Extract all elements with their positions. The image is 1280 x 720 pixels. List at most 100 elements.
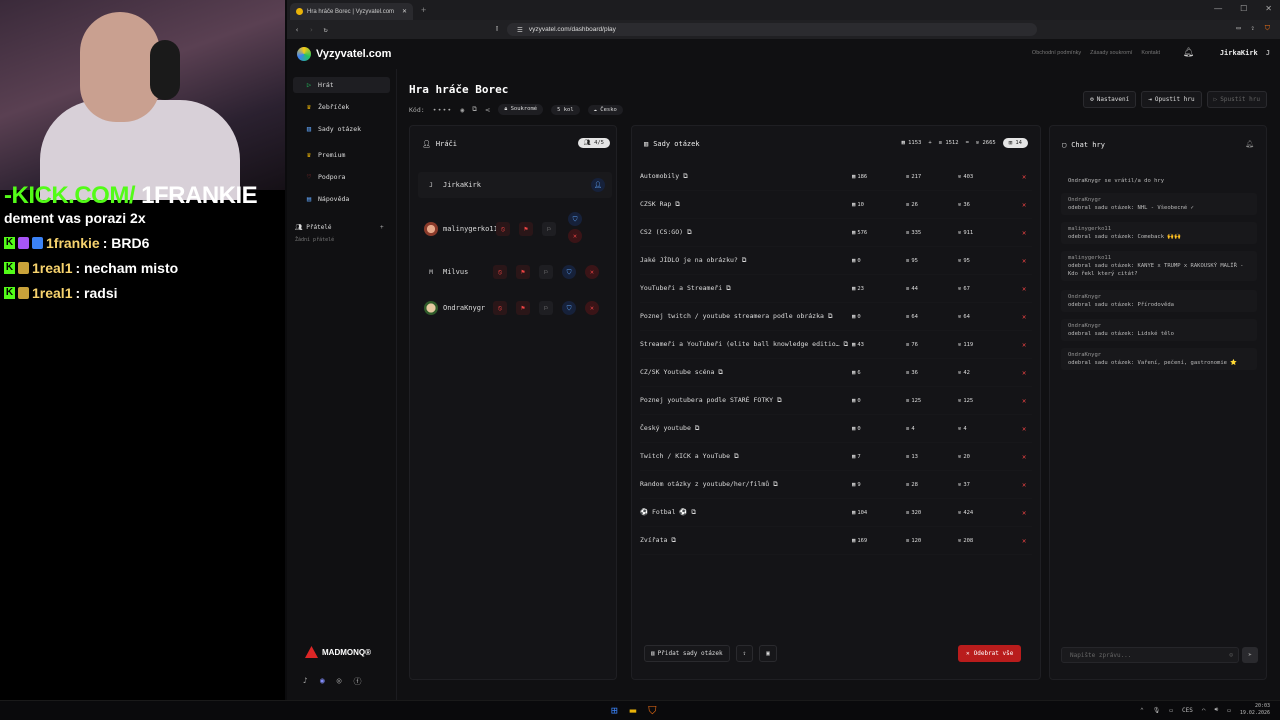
remove-set-icon[interactable]: ✕ — [1022, 481, 1026, 489]
copy-icon[interactable]: ⧉ — [472, 105, 477, 114]
remove-set-icon[interactable]: ✕ — [1022, 369, 1026, 377]
sidebar-item-play[interactable]: ▷ Hrát — [293, 77, 390, 93]
kick-player-icon[interactable]: ⚑ — [516, 301, 530, 315]
remove-set-icon[interactable]: ✕ — [1022, 537, 1026, 545]
mute-icon[interactable]: ⦸ — [496, 222, 510, 236]
brave-browser-icon[interactable]: ⛉ — [648, 704, 656, 718]
question-set-name[interactable]: CZ/SK Youtube scéna ⧉ — [640, 368, 723, 377]
sponsor-logo[interactable]: MADMONQ® — [305, 646, 371, 658]
remove-player-icon[interactable]: ✕ — [585, 301, 599, 315]
question-set-name[interactable]: Random otázky z youtube/her/filmů ⧉ — [640, 480, 778, 489]
remove-player-icon[interactable]: ✕ — [568, 229, 582, 243]
file-explorer-icon[interactable]: ▬ — [630, 704, 637, 718]
remove-all-button[interactable]: ✕ Odebrat vše — [958, 645, 1022, 662]
kick-player-icon[interactable]: ⚑ — [519, 222, 533, 236]
bell-icon[interactable]: 🔔︎ — [1245, 140, 1254, 148]
brave-shield-icon[interactable]: ⛉ — [1265, 24, 1270, 33]
shield-icon[interactable]: ⛉ — [562, 265, 576, 279]
chat-input[interactable]: Napište zprávu... ☺ — [1061, 647, 1239, 663]
folder-icon[interactable]: ▭ — [1169, 707, 1173, 714]
add-question-sets-button[interactable]: ▥ Přidat sady otázek — [644, 645, 730, 662]
minimize-icon[interactable]: — — [1214, 4, 1222, 13]
sidebar-item-help[interactable]: ▤ Nápověda — [293, 191, 390, 207]
forward-icon[interactable]: › — [309, 26, 313, 34]
settings-button[interactable]: ⚙ Nastavení — [1083, 91, 1137, 108]
question-set-name[interactable]: ⚽ Fotbal ⚽ ⧉ — [640, 508, 696, 517]
privacy-link[interactable]: Zásady soukromí — [1090, 50, 1132, 56]
language-indicator[interactable]: CES — [1182, 707, 1193, 714]
sidebar-item-leaderboard[interactable]: ♛ Žebříček — [293, 99, 390, 115]
user-action-icon[interactable]: ⚐ — [539, 265, 553, 279]
question-set-name[interactable]: Český youtube ⧉ — [640, 424, 699, 433]
leave-game-button[interactable]: ⇥ Opustit hru — [1141, 91, 1202, 108]
remove-set-icon[interactable]: ✕ — [1022, 173, 1026, 181]
remove-player-icon[interactable]: ✕ — [585, 265, 599, 279]
tiktok-icon[interactable]: ♪ — [303, 676, 308, 687]
volume-icon[interactable]: 🔊︎ — [1214, 706, 1218, 714]
remove-set-icon[interactable]: ✕ — [1022, 341, 1026, 349]
close-window-icon[interactable]: ✕ — [1265, 4, 1272, 13]
back-icon[interactable]: ‹ — [295, 26, 299, 34]
question-set-name[interactable]: YouTubeři a Streameři ⧉ — [640, 284, 731, 293]
eye-icon[interactable]: ◉ — [460, 106, 464, 114]
battery-icon[interactable]: ▭ — [1227, 707, 1231, 714]
sidebar-item-question-sets[interactable]: ▥ Sady otázek — [293, 121, 390, 137]
remove-set-icon[interactable]: ✕ — [1022, 453, 1026, 461]
text-question-icon: ≡ — [906, 369, 910, 376]
bell-icon[interactable]: 🔔︎ — [1183, 48, 1194, 58]
question-set-name[interactable]: CS2 (CS:GO) ⧉ — [640, 228, 692, 237]
remove-set-icon[interactable]: ✕ — [1022, 201, 1026, 209]
facebook-icon[interactable]: ⓕ — [353, 676, 361, 687]
question-set-name[interactable]: Twitch / KICK a YouTube ⧉ — [640, 452, 739, 461]
question-set-name[interactable]: Jaké JÍDLO je na obrázku? ⧉ — [640, 256, 746, 265]
discord-icon[interactable]: ◉ — [320, 676, 325, 687]
close-tab-icon[interactable]: ✕ — [402, 8, 407, 15]
terms-link[interactable]: Obchodní podmínky — [1032, 50, 1081, 56]
shield-icon[interactable]: ⛉ — [562, 301, 576, 315]
remove-set-icon[interactable]: ✕ — [1022, 397, 1026, 405]
microphone-icon[interactable]: 🎙︎ — [1153, 707, 1161, 714]
kick-player-icon[interactable]: ⚑ — [516, 265, 530, 279]
share-icon[interactable]: ⇪ — [1251, 24, 1255, 33]
remove-set-icon[interactable]: ✕ — [1022, 313, 1026, 321]
remove-set-icon[interactable]: ✕ — [1022, 509, 1026, 517]
reload-icon[interactable]: ↻ — [323, 26, 327, 34]
question-set-name[interactable]: Automobily ⧉ — [640, 172, 688, 181]
question-set-name[interactable]: Poznej youtubera podle STARÉ FOTKY ⧉ — [640, 396, 782, 405]
contact-link[interactable]: Kontakt — [1141, 50, 1160, 56]
sidebar-item-premium[interactable]: ♛ Premium — [293, 147, 390, 163]
clock[interactable]: 20:03 19.02.2026 — [1240, 703, 1270, 717]
save-button[interactable]: ▣ — [759, 645, 777, 662]
start-game-button[interactable]: ▷ Spustit hru — [1206, 91, 1267, 108]
new-tab-icon[interactable]: + — [421, 5, 426, 15]
user-menu[interactable]: JirkaKirk J — [1220, 49, 1270, 57]
question-set-name[interactable]: Streameři a YouTubeři (elite ball knowle… — [640, 340, 848, 349]
maximize-icon[interactable]: ☐ — [1240, 4, 1247, 13]
remove-set-icon[interactable]: ✕ — [1022, 285, 1026, 293]
share-icon[interactable]: ⋖ — [485, 106, 490, 114]
sidebar-item-support[interactable]: ♡ Podpora — [293, 169, 390, 185]
upload-button[interactable]: ⇪ — [735, 645, 754, 662]
remove-set-icon[interactable]: ✕ — [1022, 229, 1026, 237]
chevron-up-icon[interactable]: ⌃ — [1140, 707, 1144, 714]
mute-icon[interactable]: ⦸ — [493, 265, 507, 279]
question-set-name[interactable]: CZSK Rap ⧉ — [640, 200, 680, 209]
browser-tab[interactable]: Hra hráče Borec | Vyzyvatel.com ✕ — [290, 3, 413, 20]
user-action-icon[interactable]: ⚐ — [542, 222, 556, 236]
instagram-icon[interactable]: ◎ — [337, 676, 342, 687]
send-button[interactable]: ➤ — [1242, 647, 1258, 663]
bookmark-icon[interactable]: ▯ — [495, 24, 499, 32]
question-set-name[interactable]: Zvířata ⧉ — [640, 536, 676, 545]
windows-start-icon[interactable]: ⊞ — [611, 704, 618, 718]
mute-icon[interactable]: ⦸ — [493, 301, 507, 315]
wifi-icon[interactable]: ◠ — [1202, 707, 1206, 714]
url-field[interactable]: ☰ vyzyvatel.com/dashboard/play — [507, 23, 1037, 36]
add-friend-icon[interactable]: + — [380, 224, 384, 231]
download-icon[interactable]: ▭ — [1236, 24, 1240, 33]
shield-icon[interactable]: ⛉ — [568, 212, 582, 226]
site-logo[interactable]: Vyzyvatel.com — [297, 47, 391, 61]
question-set-name[interactable]: Poznej twitch / youtube streamera podle … — [640, 312, 833, 321]
remove-set-icon[interactable]: ✕ — [1022, 257, 1026, 265]
user-action-icon[interactable]: ⚐ — [539, 301, 553, 315]
remove-set-icon[interactable]: ✕ — [1022, 425, 1026, 433]
